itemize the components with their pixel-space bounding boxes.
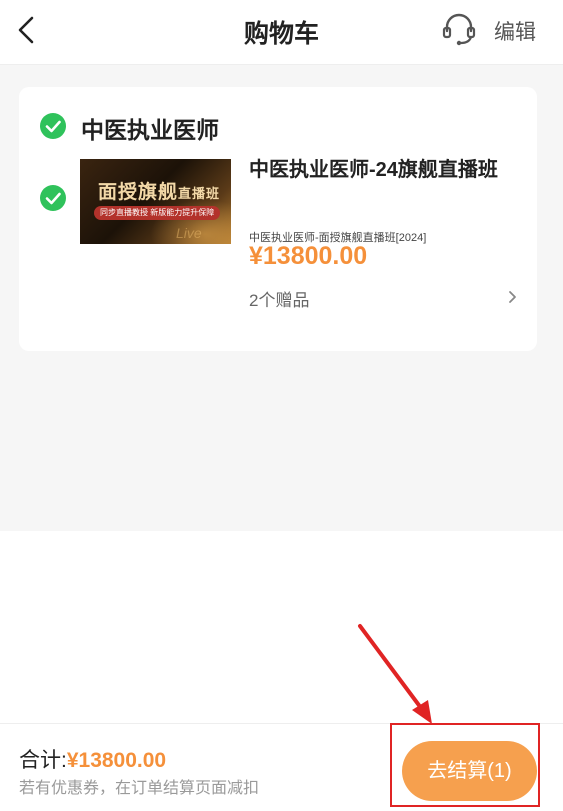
total-amount: ¥13800.00	[66, 749, 167, 772]
shop-select-checkbox[interactable]	[40, 113, 66, 139]
headset-icon	[442, 13, 476, 46]
chevron-right-icon	[509, 291, 516, 303]
total-prefix: 合计:	[19, 749, 67, 772]
customer-service-button[interactable]	[441, 11, 477, 47]
checkmark-circle-icon	[45, 120, 61, 133]
thumbnail-tagline: 同步直播教授 新版能力提升保障	[94, 206, 221, 220]
gift-row[interactable]: 2个赠品	[249, 286, 519, 310]
item-price: ¥13800.00	[249, 242, 368, 270]
gift-label: 2个赠品	[249, 291, 310, 310]
page-title: 购物车	[243, 20, 319, 48]
coupon-note: 若有优惠券，在订单结算页面减扣	[19, 780, 260, 797]
item-title[interactable]: 中医执业医师-24旗舰直播班	[249, 155, 519, 185]
course-thumbnail[interactable]: 面授旗舰直播班 同步直播教授 新版能力提升保障 Live	[80, 159, 231, 244]
thumbnail-title-small: 直播班	[178, 186, 221, 201]
annotation-arrow-icon	[358, 624, 432, 724]
thumbnail-title-main: 面授旗舰	[98, 182, 179, 203]
thumbnail-deco-text: Live	[176, 225, 202, 241]
annotation-highlight-box	[390, 723, 540, 807]
cart-shop-card: 中医执业医师 面授旗舰直播班 同步直播教授 新版能力提升保障 Live 中医执业…	[19, 87, 537, 351]
total-label: 合计:¥13800.00	[19, 744, 166, 774]
item-select-checkbox[interactable]	[40, 185, 66, 211]
header: 购物车 编辑	[0, 0, 563, 65]
thumbnail-title: 面授旗舰直播班	[98, 177, 220, 204]
edit-button[interactable]: 编辑	[494, 16, 536, 46]
checkmark-circle-icon	[45, 192, 61, 205]
cart-page: 购物车 编辑 中医执业医师 面授旗舰直播班 同步直播教授 新版能力提升保障 Li…	[0, 0, 563, 811]
shop-name: 中医执业医师	[81, 117, 219, 143]
cart-content: 中医执业医师 面授旗舰直播班 同步直播教授 新版能力提升保障 Live 中医执业…	[0, 65, 563, 531]
